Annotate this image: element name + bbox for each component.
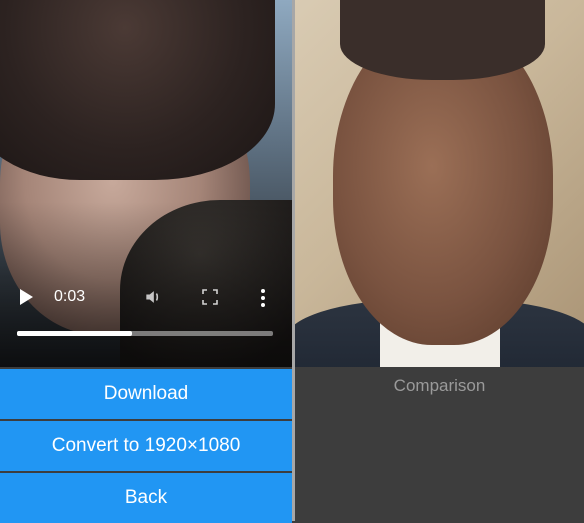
convert-resolution-button[interactable]: Convert to 1920×1080 [0, 421, 292, 471]
comparison-label: Comparison [393, 376, 486, 395]
fullscreen-icon[interactable] [202, 289, 218, 305]
comparison-image [295, 0, 584, 367]
volume-icon[interactable] [143, 287, 163, 307]
back-button[interactable]: Back [0, 473, 292, 523]
video-player[interactable]: 0:03 [0, 0, 292, 367]
video-current-time: 0:03 [54, 288, 86, 305]
more-options-icon[interactable] [260, 288, 266, 308]
video-controls-gradient [0, 0, 292, 367]
video-progress-fill [17, 331, 133, 336]
play-icon[interactable] [20, 289, 33, 305]
video-progress-bar[interactable] [17, 331, 273, 336]
comparison-image-hair [340, 0, 545, 80]
comparison-panel: Comparison [295, 367, 584, 521]
download-button[interactable]: Download [0, 369, 292, 419]
